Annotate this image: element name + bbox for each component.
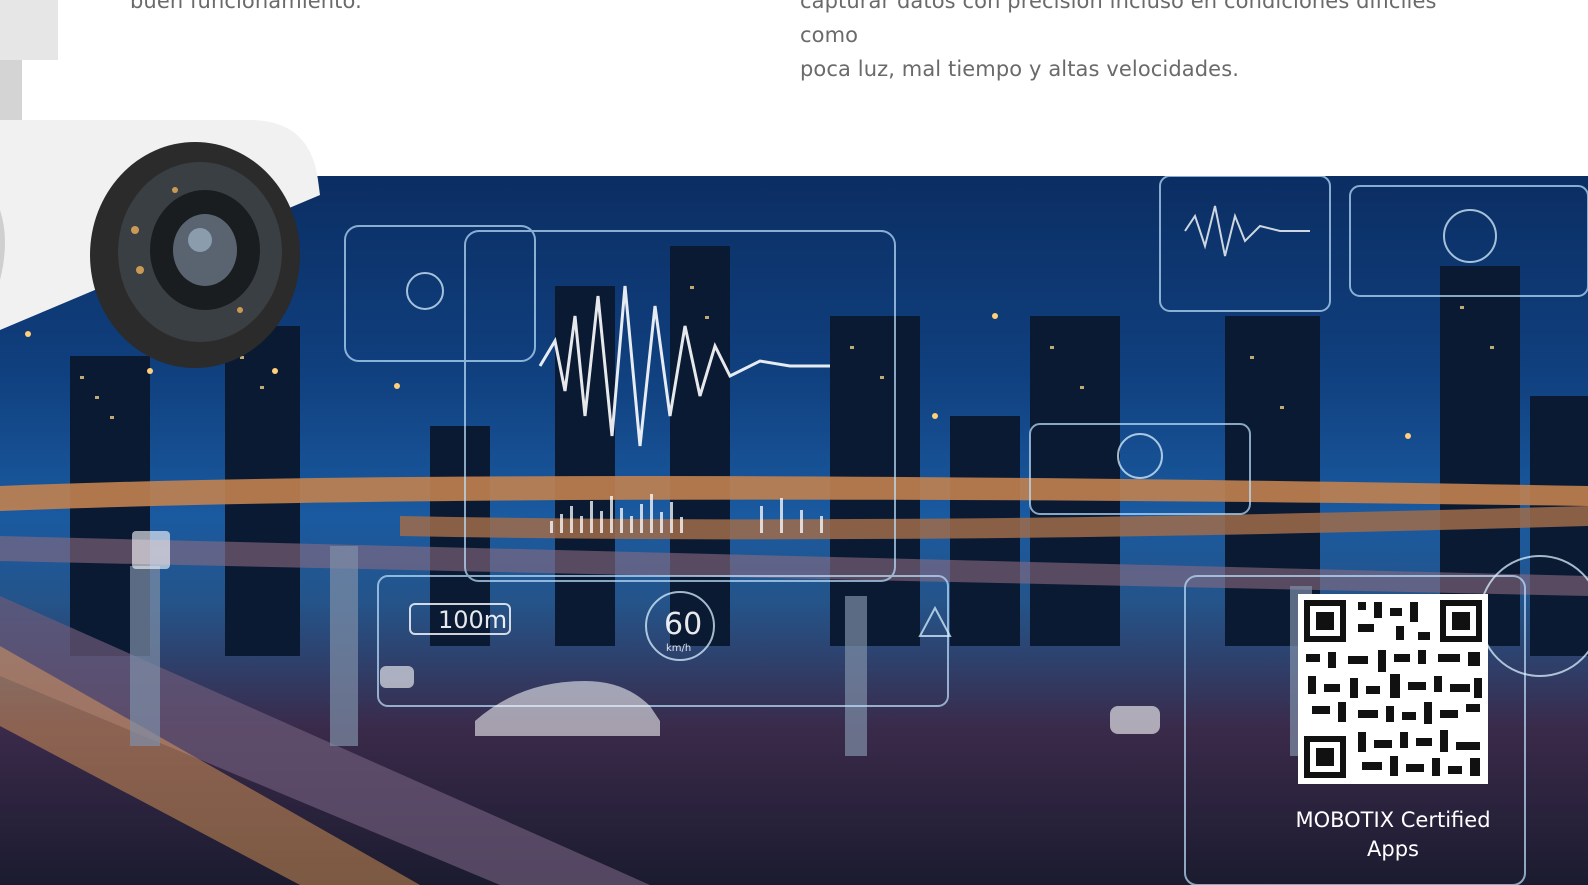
- security-camera-image: [0, 0, 320, 368]
- car-outline: [475, 681, 660, 736]
- waveform-small: [1184, 205, 1310, 257]
- distance-sign-label: 100m: [438, 606, 507, 634]
- right-paragraph-line-1: capturar datos con precisión incluso en …: [800, 0, 1437, 47]
- speed-value: 60: [664, 607, 702, 642]
- right-paragraph-line-2: poca luz, mal tiempo y altas velocidades…: [800, 57, 1240, 81]
- qr-code[interactable]: [1298, 594, 1488, 784]
- qr-code-graphic: [1304, 600, 1482, 778]
- speed-unit: km/h: [666, 643, 691, 654]
- qr-caption: MOBOTIX Certified Apps: [1295, 808, 1491, 861]
- right-paragraph-tail: capturar datos con precisión incluso en …: [800, 0, 1500, 86]
